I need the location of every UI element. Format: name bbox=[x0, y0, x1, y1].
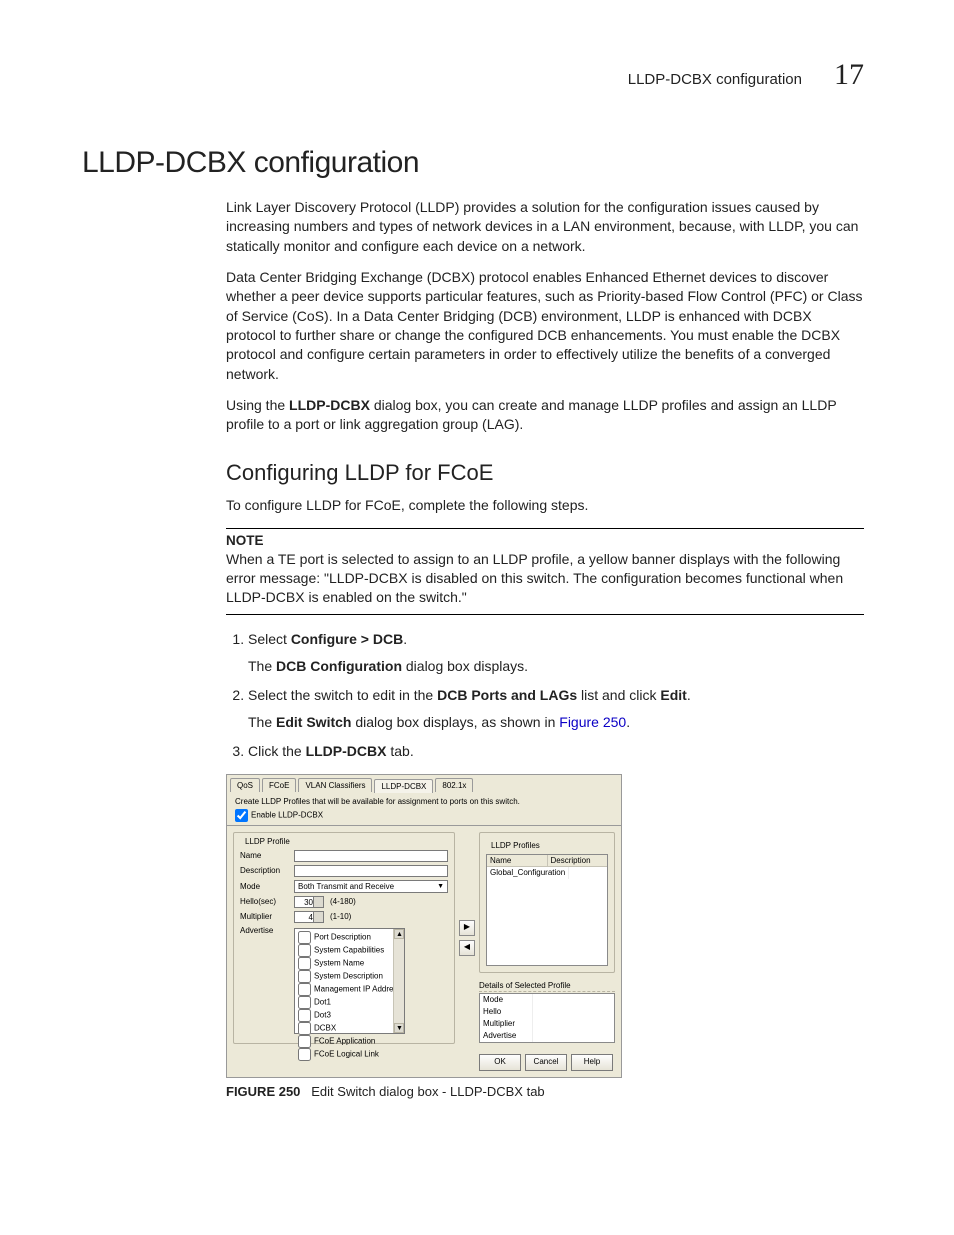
para-lldp-intro: Link Layer Discovery Protocol (LLDP) pro… bbox=[226, 198, 864, 256]
step-1: Select Configure > DCB. The DCB Configur… bbox=[248, 629, 864, 677]
advertise-item[interactable]: FCoE Logical Link bbox=[298, 1048, 401, 1061]
advertise-item[interactable]: Dot1 bbox=[298, 996, 401, 1009]
scroll-down-icon[interactable]: ▼ bbox=[394, 1023, 404, 1033]
enable-lldp-dcbx-checkbox[interactable]: Enable LLDP-DCBX bbox=[235, 809, 613, 822]
help-button[interactable]: Help bbox=[571, 1054, 613, 1071]
table-row: Multiplier bbox=[480, 1018, 614, 1030]
details-table: ModeHelloMultiplierAdvertise bbox=[479, 993, 615, 1043]
advertise-item[interactable]: Dot3 bbox=[298, 1009, 401, 1022]
column-header: Name bbox=[487, 855, 548, 866]
step-2: Select the switch to edit in the DCB Por… bbox=[248, 685, 864, 733]
cancel-button[interactable]: Cancel bbox=[525, 1054, 567, 1071]
lldp-profile-panel: LLDP Profile Name Description Mode Both … bbox=[233, 832, 455, 1044]
note-block: NOTE When a TE port is selected to assig… bbox=[226, 528, 864, 615]
ok-button[interactable]: OK bbox=[479, 1054, 521, 1071]
move-right-button[interactable]: ▶ bbox=[459, 920, 475, 936]
advertise-item[interactable]: Management IP Address bbox=[298, 983, 401, 996]
transfer-buttons: ▶ ◀ bbox=[459, 832, 475, 1044]
note-label: NOTE bbox=[226, 533, 864, 548]
tab-qos[interactable]: QoS bbox=[230, 778, 260, 792]
table-row[interactable]: Global_Configuration bbox=[487, 867, 607, 879]
move-left-button[interactable]: ◀ bbox=[459, 940, 475, 956]
tab-fcoe[interactable]: FCoE bbox=[262, 778, 296, 792]
step-3: Click the LLDP-DCBX tab. bbox=[248, 741, 864, 762]
dialog-instruction: Create LLDP Profiles that will be availa… bbox=[235, 797, 613, 806]
table-row: Hello bbox=[480, 1006, 614, 1018]
advertise-item[interactable]: Port Description bbox=[298, 931, 401, 944]
running-header: LLDP-DCBX configuration 17 bbox=[82, 58, 864, 92]
running-header-chapter: 17 bbox=[834, 58, 864, 92]
hello-spinner[interactable]: 30 bbox=[294, 896, 324, 908]
multiplier-spinner[interactable]: 4 bbox=[294, 911, 324, 923]
para-usage: Using the LLDP-DCBX dialog box, you can … bbox=[226, 396, 864, 435]
profiles-table[interactable]: NameDescriptionGlobal_Configuration bbox=[486, 854, 608, 966]
tab-vlan-classifiers[interactable]: VLAN Classifiers bbox=[298, 778, 372, 792]
tab-lldp-dcbx[interactable]: LLDP-DCBX bbox=[374, 779, 433, 793]
dialog-tabs: QoSFCoEVLAN ClassifiersLLDP-DCBX802.1x bbox=[227, 775, 621, 792]
tab-802-1x[interactable]: 802.1x bbox=[435, 778, 473, 792]
advertise-item[interactable]: System Name bbox=[298, 957, 401, 970]
advertise-item[interactable]: System Description bbox=[298, 970, 401, 983]
description-input[interactable] bbox=[294, 865, 448, 877]
name-input[interactable] bbox=[294, 850, 448, 862]
advertise-item[interactable]: DCBX bbox=[298, 1022, 401, 1035]
edit-switch-dialog: QoSFCoEVLAN ClassifiersLLDP-DCBX802.1x C… bbox=[226, 774, 622, 1078]
advertise-scrollbar[interactable]: ▲ ▼ bbox=[393, 929, 404, 1033]
para-dcbx-intro: Data Center Bridging Exchange (DCBX) pro… bbox=[226, 268, 864, 384]
figure-link[interactable]: Figure 250 bbox=[559, 714, 626, 730]
details-title: Details of Selected Profile bbox=[479, 981, 615, 992]
column-header: Description bbox=[548, 855, 608, 866]
advertise-item[interactable]: FCoE Application bbox=[298, 1035, 401, 1048]
figure-250: QoSFCoEVLAN ClassifiersLLDP-DCBX802.1x C… bbox=[226, 774, 864, 1099]
advertise-list[interactable]: Port DescriptionSystem CapabilitiesSyste… bbox=[294, 928, 405, 1034]
lldp-profiles-panel: LLDP Profiles NameDescriptionGlobal_Conf… bbox=[479, 832, 615, 973]
advertise-item[interactable]: System Capabilities bbox=[298, 944, 401, 957]
figure-caption: FIGURE 250 Edit Switch dialog box - LLDP… bbox=[226, 1084, 864, 1099]
table-row: Advertise bbox=[480, 1030, 614, 1042]
page-title: LLDP-DCBX configuration bbox=[82, 146, 864, 180]
running-header-title: LLDP-DCBX configuration bbox=[628, 71, 802, 88]
section-title-configuring: Configuring LLDP for FCoE bbox=[226, 460, 864, 486]
note-text: When a TE port is selected to assign to … bbox=[226, 551, 843, 606]
steps-list: Select Configure > DCB. The DCB Configur… bbox=[226, 629, 864, 762]
scroll-up-icon[interactable]: ▲ bbox=[394, 929, 404, 939]
para-steps-lead: To configure LLDP for FCoE, complete the… bbox=[226, 496, 864, 515]
table-row: Mode bbox=[480, 994, 614, 1006]
mode-select[interactable]: Both Transmit and Receive bbox=[294, 880, 448, 893]
